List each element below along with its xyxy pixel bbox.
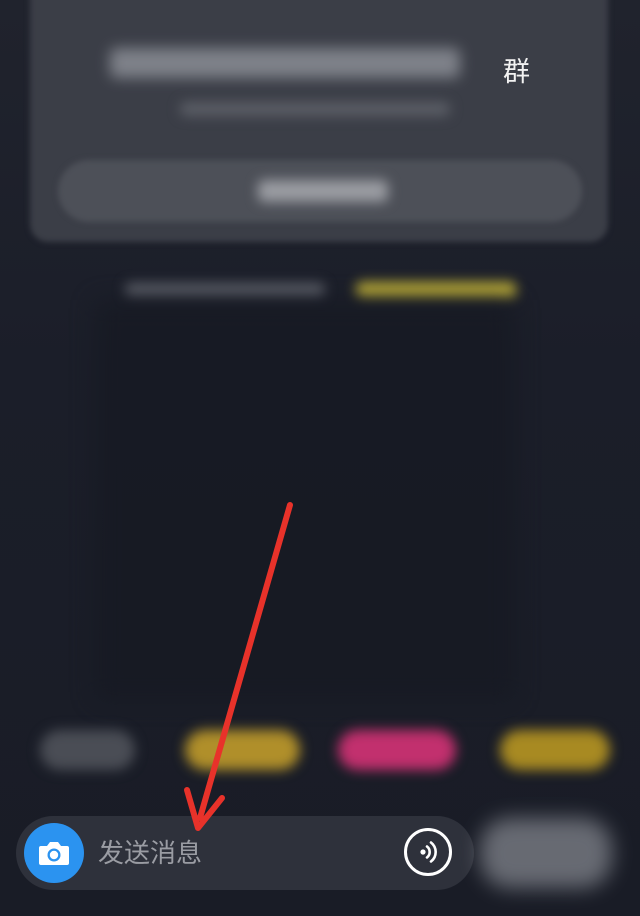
- quick-reply-chip[interactable]: [338, 730, 456, 770]
- camera-button[interactable]: [24, 823, 84, 883]
- card-subtitle-blurred-text: [180, 102, 450, 116]
- card-title: 群: [503, 57, 530, 88]
- chat-screen: 群 发送消息: [0, 0, 640, 916]
- card-action-button-blurred-label: [258, 180, 388, 202]
- hint-blurred-text: [125, 283, 325, 297]
- chat-area: [95, 300, 515, 700]
- quick-reply-chip[interactable]: [500, 730, 610, 770]
- message-input[interactable]: 发送消息: [98, 836, 388, 872]
- quick-reply-chip[interactable]: [40, 730, 135, 770]
- camera-icon: [39, 842, 69, 865]
- gift-button-blurred[interactable]: [480, 818, 612, 888]
- quick-reply-chip[interactable]: [185, 730, 300, 770]
- voice-icon: [420, 841, 437, 863]
- hint-link-blurred[interactable]: [356, 282, 516, 298]
- voice-button[interactable]: [404, 828, 452, 876]
